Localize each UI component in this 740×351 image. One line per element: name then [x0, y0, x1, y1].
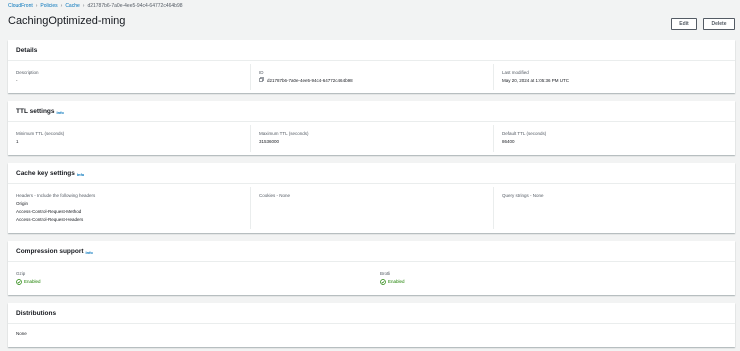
delete-button[interactable]: Delete [703, 18, 735, 30]
page-title: CachingOptimized-ming [8, 15, 126, 27]
brotli-column: Brotli Enabled [372, 270, 735, 286]
breadcrumb-cache[interactable]: Cache [65, 3, 79, 9]
gzip-column: Gzip Enabled [8, 270, 372, 286]
distributions-panel: Distributions None [8, 303, 735, 347]
query-strings-label: Query strings - None [502, 193, 544, 198]
cache-key-body: Headers - Include the following headers … [8, 184, 735, 233]
cache-key-header: Cache key settings Info [8, 163, 735, 184]
ttl-body: Minimum TTL (seconds) 1 Maximum TTL (sec… [8, 122, 735, 155]
copy-icon[interactable] [259, 77, 264, 85]
details-body: Description - ID d21787b6-7a0e-4ee5-94c4… [8, 61, 735, 93]
cache-key-info-link[interactable]: Info [77, 172, 84, 177]
chevron-right-icon: › [35, 3, 38, 9]
cache-key-title: Cache key settings [16, 169, 75, 177]
max-ttl-value: 31536000 [259, 139, 280, 144]
default-ttl-label: Default TTL (seconds) [502, 131, 547, 136]
default-ttl-value: 86400 [502, 139, 515, 144]
min-ttl-column: Minimum TTL (seconds) 1 [8, 130, 251, 146]
last-modified-column: Last modified May 20, 2024 at 1:05:36 PM… [493, 64, 735, 90]
gzip-status: Enabled [16, 278, 372, 286]
ttl-info-link[interactable]: Info [57, 110, 64, 115]
edit-button[interactable]: Edit [671, 18, 697, 30]
compression-title: Compression support [16, 247, 84, 255]
check-circle-icon [380, 279, 386, 285]
description-label: Description [16, 70, 39, 75]
distributions-title: Distributions [16, 309, 57, 317]
gzip-label: Gzip [16, 271, 26, 276]
check-circle-icon [16, 279, 22, 285]
compression-header: Compression support Info [8, 241, 735, 262]
distributions-body: None [8, 324, 735, 347]
header-item: Origin [16, 201, 29, 206]
header-item: Access-Control-Request-Headers [16, 217, 84, 222]
details-panel: Details Description - ID d21787b6-7a0e-4… [8, 40, 735, 93]
last-modified-label: Last modified [502, 70, 529, 75]
cache-key-settings-panel: Cache key settings Info Headers - Includ… [8, 163, 735, 233]
id-label: ID [259, 70, 264, 75]
headers-column: Headers - Include the following headers … [8, 192, 251, 224]
distributions-column: None [8, 330, 308, 338]
cookies-column: Cookies - None [250, 187, 493, 229]
min-ttl-label: Minimum TTL (seconds) [16, 131, 65, 136]
compression-support-panel: Compression support Info Gzip Enabled Br… [8, 241, 735, 295]
max-ttl-label: Maximum TTL (seconds) [259, 131, 309, 136]
description-column: Description - [8, 69, 251, 85]
brotli-value: Enabled [388, 279, 405, 284]
breadcrumb: CloudFront › Policies › Cache › d21787b6… [8, 2, 183, 10]
distributions-value: None [16, 331, 27, 336]
details-header: Details [8, 40, 735, 61]
compression-info-link[interactable]: Info [86, 250, 93, 255]
chevron-right-icon: › [82, 3, 85, 9]
min-ttl-value: 1 [16, 139, 19, 144]
breadcrumb-current: d21787b6-7a0e-4ee5-94c4-64772c464b98 [87, 3, 183, 9]
last-modified-value: May 20, 2024 at 1:05:36 PM UTC [502, 78, 570, 83]
headers-label: Headers - Include the following headers [16, 193, 96, 198]
breadcrumb-policies[interactable]: Policies [40, 3, 57, 9]
id-column: ID d21787b6-7a0e-4ee5-94c4-64772c464b98 [250, 64, 493, 90]
ttl-settings-panel: TTL settings Info Minimum TTL (seconds) … [8, 101, 735, 155]
brotli-status: Enabled [380, 278, 735, 286]
header-item: Access-Control-Request-Method [16, 209, 82, 214]
chevron-right-icon: › [60, 3, 63, 9]
brotli-label: Brotli [380, 271, 391, 276]
cookies-label: Cookies - None [259, 193, 291, 198]
default-ttl-column: Default TTL (seconds) 86400 [493, 125, 735, 152]
header-actions: Edit Delete [671, 18, 735, 30]
distributions-header: Distributions [8, 303, 735, 324]
id-value: d21787b6-7a0e-4ee5-94c4-64772c464b98 [267, 78, 353, 84]
description-value: - [16, 78, 18, 83]
details-title: Details [16, 46, 38, 54]
id-value-row: d21787b6-7a0e-4ee5-94c4-64772c464b98 [259, 77, 493, 85]
ttl-header: TTL settings Info [8, 101, 735, 122]
query-strings-column: Query strings - None [493, 187, 735, 229]
ttl-title: TTL settings [16, 107, 55, 115]
compression-body: Gzip Enabled Brotli Enabled [8, 262, 735, 295]
max-ttl-column: Maximum TTL (seconds) 31536000 [250, 125, 493, 152]
breadcrumb-cloudfront[interactable]: CloudFront [8, 3, 33, 9]
gzip-value: Enabled [24, 279, 41, 284]
